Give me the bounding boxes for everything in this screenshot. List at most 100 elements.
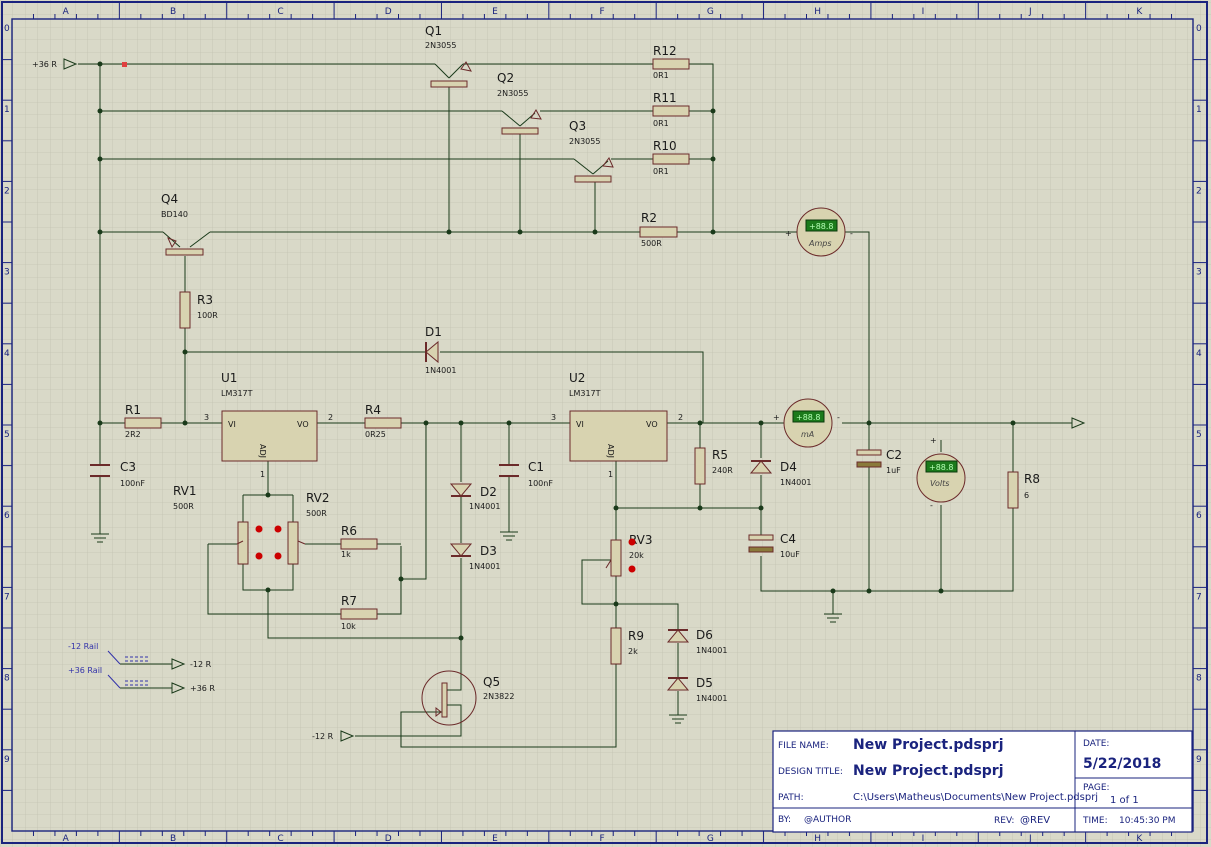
svg-text:New Project.pdsprj: New Project.pdsprj bbox=[853, 763, 1004, 779]
frame-column-label-bottom: F bbox=[600, 834, 605, 844]
svg-text:-12 Rail: -12 Rail bbox=[68, 642, 98, 651]
svg-text:+88.8: +88.8 bbox=[796, 413, 821, 422]
frame-row-label-right: 4 bbox=[1196, 349, 1202, 359]
frame-column-label-bottom: G bbox=[707, 834, 714, 844]
svg-text:Q4: Q4 bbox=[161, 192, 178, 206]
svg-text:0R1: 0R1 bbox=[653, 119, 669, 128]
frame-column-label-bottom: C bbox=[277, 834, 283, 844]
svg-text:240R: 240R bbox=[712, 466, 733, 475]
svg-text:Q5: Q5 bbox=[483, 675, 500, 689]
svg-text:500R: 500R bbox=[641, 239, 662, 248]
svg-text:1N4001: 1N4001 bbox=[780, 478, 811, 487]
svg-text:-12 R: -12 R bbox=[190, 660, 212, 669]
svg-text:2k: 2k bbox=[628, 647, 638, 656]
frame-row-label-left: 3 bbox=[4, 268, 10, 278]
frame-column-label-top: A bbox=[63, 7, 70, 17]
frame-column-label-top: B bbox=[170, 7, 176, 17]
svg-text:C4: C4 bbox=[780, 532, 796, 546]
svg-text:R11: R11 bbox=[653, 91, 677, 105]
frame-row-label-left: 8 bbox=[4, 674, 10, 684]
svg-text:+: + bbox=[773, 413, 780, 422]
svg-text:VO: VO bbox=[297, 420, 309, 429]
svg-text:5/22/2018: 5/22/2018 bbox=[1083, 756, 1161, 772]
svg-text:Q3: Q3 bbox=[569, 119, 586, 133]
schematic-sheet: AABBCCDDEEFFGGHHIIJJKK0 01 12 23 34 45 56 67 78 8… bbox=[0, 0, 1211, 847]
frame-column-label-top: C bbox=[277, 7, 283, 17]
svg-text:FILE NAME:: FILE NAME: bbox=[778, 741, 829, 751]
svg-text:20k: 20k bbox=[629, 551, 644, 560]
frame-column-label-bottom: H bbox=[814, 834, 821, 844]
svg-text:R4: R4 bbox=[365, 403, 381, 417]
svg-text:@REV: @REV bbox=[1020, 815, 1050, 826]
svg-text:R3: R3 bbox=[197, 293, 213, 307]
svg-text:D6: D6 bbox=[696, 628, 713, 642]
svg-text:0R1: 0R1 bbox=[653, 167, 669, 176]
svg-text:2N3055: 2N3055 bbox=[497, 89, 528, 98]
svg-text:C3: C3 bbox=[120, 460, 136, 474]
svg-text:1uF: 1uF bbox=[886, 466, 901, 475]
svg-text:R7: R7 bbox=[341, 594, 357, 608]
frame-row-label-right: 8 bbox=[1196, 674, 1202, 684]
svg-text:VO: VO bbox=[646, 420, 658, 429]
svg-text:VI: VI bbox=[228, 420, 236, 429]
svg-text:RV1: RV1 bbox=[173, 484, 197, 498]
svg-text:1 of 1: 1 of 1 bbox=[1110, 795, 1139, 806]
svg-text:1N4001: 1N4001 bbox=[696, 694, 727, 703]
svg-text:Q1: Q1 bbox=[425, 24, 442, 38]
svg-text:LM317T: LM317T bbox=[221, 389, 253, 398]
svg-text:DATE:: DATE: bbox=[1083, 739, 1109, 749]
svg-text:R10: R10 bbox=[653, 139, 677, 153]
svg-text:3: 3 bbox=[204, 413, 209, 422]
svg-text:R12: R12 bbox=[653, 44, 677, 58]
frame-column-label-bottom: D bbox=[385, 834, 392, 844]
frame-row-label-right: 1 bbox=[1196, 105, 1202, 115]
svg-text:+88.8: +88.8 bbox=[929, 463, 954, 472]
svg-text:PAGE:: PAGE: bbox=[1083, 783, 1110, 793]
svg-text:R6: R6 bbox=[341, 524, 357, 538]
svg-text:D5: D5 bbox=[696, 676, 713, 690]
frame-column-label-top: F bbox=[600, 7, 605, 17]
svg-text:TIME:: TIME: bbox=[1082, 816, 1108, 826]
svg-text:+88.8: +88.8 bbox=[809, 222, 834, 231]
svg-text:-12 R: -12 R bbox=[312, 732, 334, 741]
svg-text:1N4001: 1N4001 bbox=[696, 646, 727, 655]
frame-row-label-right: 7 bbox=[1196, 592, 1202, 602]
svg-text:C2: C2 bbox=[886, 448, 902, 462]
svg-text:+36 R: +36 R bbox=[32, 60, 57, 69]
svg-text:VI: VI bbox=[576, 420, 584, 429]
svg-text:1N4001: 1N4001 bbox=[469, 562, 500, 571]
svg-text:BY:: BY: bbox=[778, 815, 791, 825]
svg-text:1: 1 bbox=[608, 470, 613, 479]
svg-text:10k: 10k bbox=[341, 622, 356, 631]
svg-text:LM317T: LM317T bbox=[569, 389, 601, 398]
svg-text:2: 2 bbox=[328, 413, 333, 422]
svg-text:R9: R9 bbox=[628, 629, 644, 643]
svg-text:-: - bbox=[930, 501, 933, 510]
svg-text:D3: D3 bbox=[480, 544, 497, 558]
svg-text:2N3822: 2N3822 bbox=[483, 692, 514, 701]
frame-row-label-right: 9 bbox=[1196, 755, 1202, 765]
svg-text:+36 R: +36 R bbox=[190, 684, 215, 693]
frame-column-label-bottom: E bbox=[492, 834, 498, 844]
svg-text:R8: R8 bbox=[1024, 472, 1040, 486]
frame-column-label-top: I bbox=[922, 7, 925, 17]
svg-text:+: + bbox=[785, 229, 792, 238]
svg-text:500R: 500R bbox=[306, 509, 327, 518]
svg-text:PATH:: PATH: bbox=[778, 793, 804, 803]
svg-text:-: - bbox=[837, 413, 840, 422]
svg-text:@AUTHOR: @AUTHOR bbox=[804, 815, 851, 825]
svg-text:0R1: 0R1 bbox=[653, 71, 669, 80]
svg-text:500R: 500R bbox=[173, 502, 194, 511]
svg-text:REV:: REV: bbox=[994, 816, 1014, 826]
svg-text:Q2: Q2 bbox=[497, 71, 514, 85]
svg-text:U2: U2 bbox=[569, 371, 585, 385]
frame-row-label-left: 2 bbox=[4, 186, 10, 196]
svg-text:mA: mA bbox=[801, 430, 814, 439]
svg-text:ADJ: ADJ bbox=[258, 444, 267, 458]
svg-text:2R2: 2R2 bbox=[125, 430, 141, 439]
frame-row-label-right: 3 bbox=[1196, 268, 1202, 278]
svg-text:1: 1 bbox=[260, 470, 265, 479]
svg-text:DESIGN TITLE:: DESIGN TITLE: bbox=[778, 767, 843, 777]
svg-text:10uF: 10uF bbox=[780, 550, 800, 559]
svg-text:BD140: BD140 bbox=[161, 210, 188, 219]
